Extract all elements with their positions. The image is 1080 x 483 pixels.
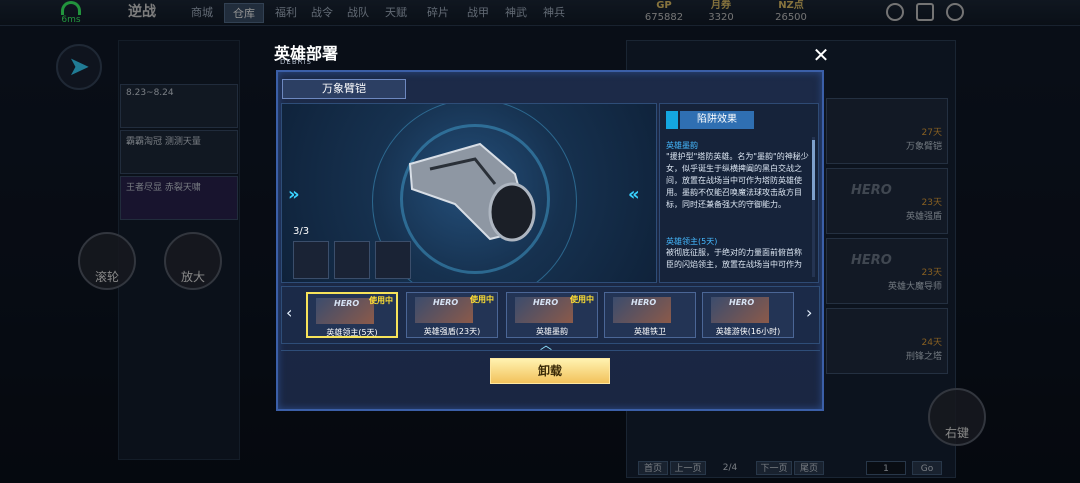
chevron-up-icon: ︿ xyxy=(540,338,553,352)
skin-count: 3/3 xyxy=(293,226,310,237)
skin-thumb-1[interactable] xyxy=(293,241,329,279)
chevron-left-nav-icon[interactable]: ‹ xyxy=(286,303,292,322)
item-name-tab: 万象臂铠 xyxy=(282,79,406,99)
hero-label: 英雄领主(5天) xyxy=(326,328,378,337)
skin-thumb-3[interactable] xyxy=(375,241,411,279)
info-header-accent xyxy=(666,111,678,129)
trap-effect-header: 陷阱效果 xyxy=(680,111,754,129)
hero-label: 英雄游侠(16小时) xyxy=(715,327,781,336)
chevron-left-icon: » xyxy=(288,184,300,205)
info-entry1-name: 英雄墨韵 xyxy=(666,141,698,150)
hero-logo: HERO xyxy=(533,298,559,307)
in-use-badge: 使用中 xyxy=(369,296,393,305)
hero-label: 英雄强盾(23天) xyxy=(423,327,481,336)
modal-subtitle: DEBRIS xyxy=(280,58,312,66)
skin-thumb-2[interactable] xyxy=(334,241,370,279)
hero-label: 英雄铁卫 xyxy=(634,327,666,336)
close-icon[interactable]: ✕ xyxy=(812,45,830,65)
chevron-right-icon: « xyxy=(628,184,640,205)
hero-slot-4[interactable]: HERO 英雄铁卫 xyxy=(604,292,696,338)
armguard-icon xyxy=(408,142,536,242)
chevron-right-nav-icon[interactable]: › xyxy=(806,303,812,322)
hero-slot-1[interactable]: HERO 使用中 英雄领主(5天) xyxy=(306,292,398,338)
hero-logo: HERO xyxy=(334,299,360,308)
info-entry2-name: 英雄领主(5天) xyxy=(666,237,718,246)
hero-slot-5[interactable]: HERO 英雄游侠(16小时) xyxy=(702,292,794,338)
hero-logo: HERO xyxy=(433,298,459,307)
hero-logo: HERO xyxy=(729,298,755,307)
info-scroll-thumb[interactable] xyxy=(812,140,815,200)
hero-logo: HERO xyxy=(631,298,657,307)
info-entry1-text: "援护型"塔防英雄。名为"墨韵"的神秘少女，似乎诞生于纵横捭阖的黑白交战之间，放… xyxy=(666,152,809,209)
hero-slot-3[interactable]: HERO 使用中 英雄墨韵 xyxy=(506,292,598,338)
info-entry2-text: 被彻底征服，于绝对的力量面前俯首称臣的闪焰领主，放置在战场当中可作为 xyxy=(666,248,802,269)
in-use-badge: 使用中 xyxy=(470,295,494,304)
in-use-badge: 使用中 xyxy=(570,295,594,304)
unload-button[interactable]: 卸载 xyxy=(490,358,610,384)
hero-slot-2[interactable]: HERO 使用中 英雄强盾(23天) xyxy=(406,292,498,338)
